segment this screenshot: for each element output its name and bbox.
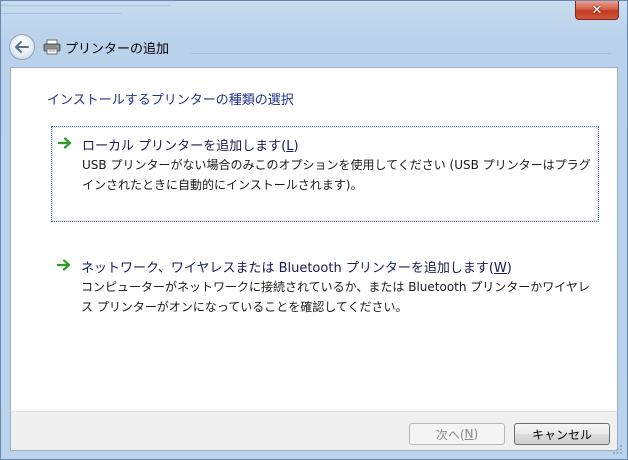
window-title: プリンターの追加 [65,41,170,57]
back-button[interactable] [9,34,35,60]
page-heading: インストールするプリンターの種類の選択 [47,93,294,108]
network-printer-title-end: ) [506,261,512,276]
network-printer-option[interactable]: ネットワーク、ワイヤレスまたは Bluetooth プリンターを追加します(W)… [51,249,599,321]
local-printer-title-text: ローカル プリンターを追加します( [82,139,287,154]
button-bar: 次へ(N) キャンセル [10,411,618,451]
local-printer-title: ローカル プリンターを追加します(L) [82,135,299,154]
navigation-bar: プリンターの追加 [9,30,169,64]
cancel-button[interactable]: キャンセル [514,423,610,445]
back-arrow-icon [15,41,29,53]
network-printer-accelerator: W [493,261,507,276]
network-printer-title-text: ネットワーク、ワイヤレスまたは Bluetooth プリンターを追加します( [81,261,494,276]
next-button-label-end: ) [473,427,479,441]
network-printer-title: ネットワーク、ワイヤレスまたは Bluetooth プリンターを追加します(W) [81,257,512,276]
local-printer-option[interactable]: ローカル プリンターを追加します(L) USB プリンターがない場合のみこのオプ… [51,126,599,222]
content-panel: インストールするプリンターの種類の選択 ローカル プリンターを追加します(L) … [10,67,618,411]
next-button-accelerator: N [464,427,474,441]
resize-grip-icon[interactable] [613,445,623,455]
close-button[interactable]: ✕ [575,1,619,20]
local-printer-title-end: ) [293,139,299,154]
add-printer-window: ✕ プリンターの追加 インストールするプリンターの種類の選択 ローカル プリンタ… [0,0,628,460]
network-printer-description: コンピューターがネットワークに接続されているか、または Bluetooth プリ… [81,280,590,314]
next-button[interactable]: 次へ(N) [409,423,505,445]
local-printer-description: USB プリンターがない場合のみこのオプションを使用してください (USB プリ… [82,158,591,192]
close-icon: ✕ [591,2,603,18]
green-arrow-icon [57,259,71,271]
printer-icon [43,39,61,55]
next-button-label: 次へ( [435,427,465,442]
green-arrow-icon [58,137,72,149]
